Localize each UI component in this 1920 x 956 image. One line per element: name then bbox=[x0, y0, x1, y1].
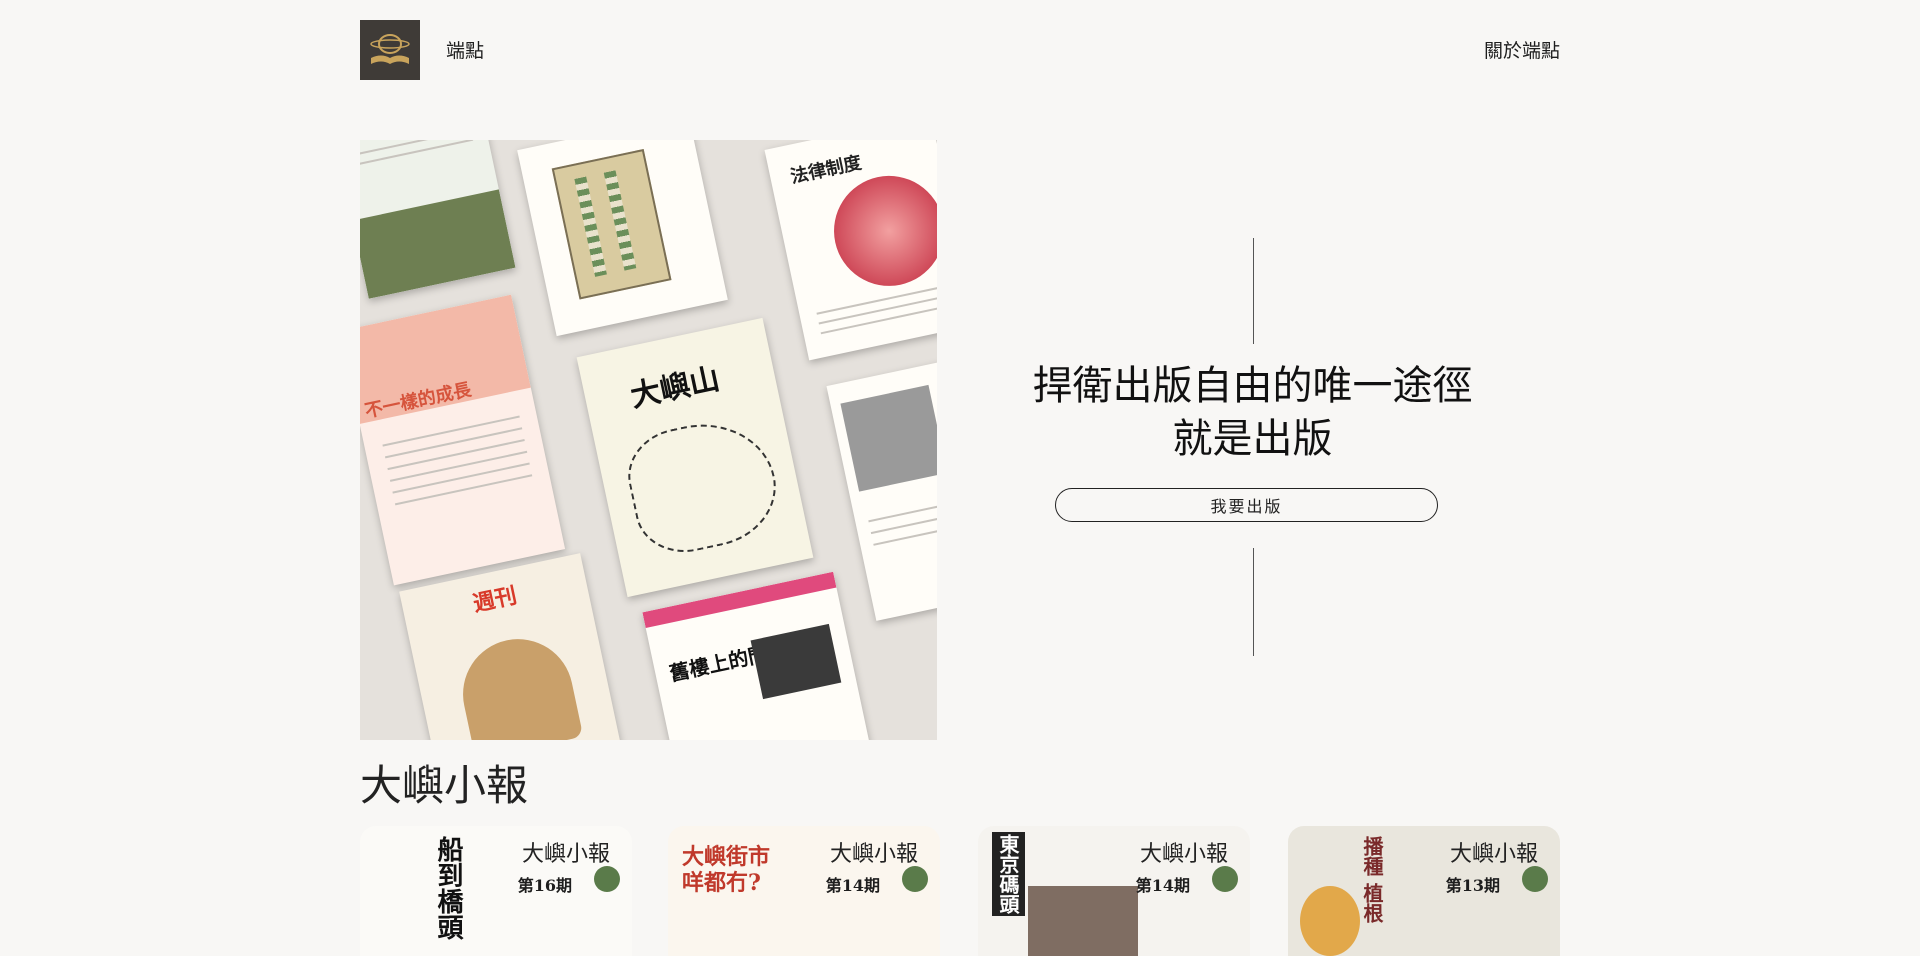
issue-brand: 大嶼小報 bbox=[521, 842, 610, 867]
issue-cover-text: 大嶼街市 咩都冇? bbox=[682, 844, 771, 896]
issue-cover-illustration bbox=[1300, 886, 1360, 956]
site-header: 端點 關於端點 bbox=[360, 20, 1560, 80]
issue-badge-icon bbox=[902, 866, 928, 892]
issue-cover-text: 東京碼頭 bbox=[992, 832, 1025, 916]
magazine-cover bbox=[826, 359, 937, 621]
issue-brand: 大嶼小報 bbox=[1449, 842, 1538, 867]
magazine-cover bbox=[360, 140, 516, 299]
site-logo[interactable] bbox=[360, 20, 420, 80]
divider-top bbox=[1253, 238, 1254, 344]
section-title: 大嶼小報 bbox=[360, 761, 529, 810]
issue-badge-icon bbox=[1522, 866, 1548, 892]
issue-badge-icon bbox=[594, 866, 620, 892]
site-name[interactable]: 端點 bbox=[446, 36, 484, 63]
issue-card[interactable]: 播種 植根 大嶼小報 第13期 bbox=[1288, 826, 1560, 956]
issue-number: 第14期 bbox=[1135, 876, 1190, 895]
publish-button[interactable]: 我要出版 bbox=[1055, 488, 1438, 522]
collage-title: 週刊 bbox=[470, 582, 520, 618]
magazine-cover: 法律制度 bbox=[764, 140, 937, 361]
issue-number: 第16期 bbox=[517, 876, 572, 895]
collage-title: 法律制度 bbox=[788, 152, 864, 188]
issue-list: 船到橋頭 大嶼小報 第16期 大嶼街市 咩都冇? 大嶼小報 第14期 東京碼頭 … bbox=[360, 826, 1560, 956]
hero-collage-image: 法律制度 不一樣的成長 大嶼山 週刊 舊樓上的門牌 bbox=[360, 140, 937, 740]
issue-brand: 大嶼小報 bbox=[829, 842, 918, 867]
hero-headline-line2: 就是出版 bbox=[1172, 416, 1333, 462]
issue-card[interactable]: 大嶼街市 咩都冇? 大嶼小報 第14期 bbox=[668, 826, 940, 956]
issue-cover-text: 船到橋頭 bbox=[433, 836, 463, 940]
issue-badge-icon bbox=[1212, 866, 1238, 892]
nav-about-link[interactable]: 關於端點 bbox=[1484, 36, 1560, 63]
hero-headline-line1: 捍衛出版自由的唯一途徑 bbox=[1032, 363, 1473, 409]
magazine-cover: 週刊 bbox=[399, 553, 626, 740]
magazine-cover bbox=[517, 140, 728, 337]
magazine-cover: 不一樣的成長 bbox=[360, 294, 566, 586]
issue-cover-photo bbox=[1028, 886, 1138, 956]
divider-bottom bbox=[1253, 548, 1254, 656]
issue-card[interactable]: 東京碼頭 大嶼小報 第14期 bbox=[978, 826, 1250, 956]
issue-card[interactable]: 船到橋頭 大嶼小報 第16期 bbox=[360, 826, 632, 956]
issue-brand: 大嶼小報 bbox=[1139, 842, 1228, 867]
collage-title: 大嶼山 bbox=[627, 361, 723, 415]
hero-headline: 捍衛出版自由的唯一途徑 就是出版 bbox=[1010, 360, 1495, 466]
book-globe-icon bbox=[370, 34, 410, 64]
issue-cover-text: 播種 植根 bbox=[1360, 836, 1384, 923]
magazine-cover: 舊樓上的門牌 bbox=[642, 571, 873, 740]
issue-number: 第14期 bbox=[825, 876, 880, 895]
issue-number: 第13期 bbox=[1445, 876, 1500, 895]
magazine-cover: 大嶼山 bbox=[576, 317, 814, 598]
